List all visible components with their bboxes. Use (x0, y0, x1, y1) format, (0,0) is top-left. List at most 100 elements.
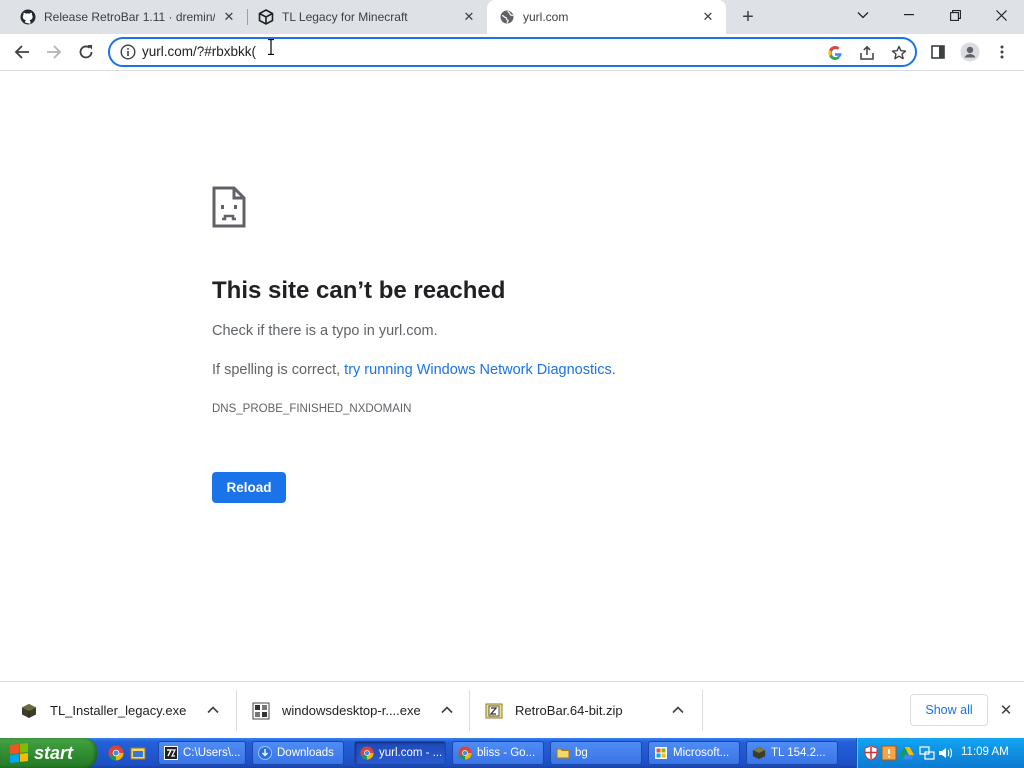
side-panel-button[interactable] (924, 38, 952, 66)
taskbar-item[interactable]: Downloads (252, 741, 344, 765)
refresh-icon (79, 45, 93, 59)
close-icon[interactable]: ✕ (461, 9, 477, 25)
side-panel-icon (931, 45, 945, 59)
taskbar-item-label: TL 154.2... (771, 747, 826, 759)
chrome-icon[interactable] (108, 745, 124, 761)
error-suggestion-diagnostics: If spelling is correct, try running Wind… (212, 362, 616, 378)
close-icon[interactable]: ✕ (998, 702, 1014, 719)
close-icon[interactable]: ✕ (221, 9, 237, 25)
page-content: This site can’t be reached Check if ther… (0, 72, 1024, 680)
taskbar-item[interactable]: TL 154.2... (746, 741, 838, 765)
taskbar-item[interactable]: Microsoft... (648, 741, 740, 765)
error-suggestion-suffix: . (611, 362, 616, 378)
error-title: This site can’t be reached (212, 277, 506, 304)
taskbar-item[interactable]: bg (550, 741, 642, 765)
close-window-button[interactable] (978, 0, 1024, 30)
restore-button[interactable] (932, 0, 978, 30)
minimize-icon (904, 14, 914, 16)
security-alert-icon[interactable] (881, 745, 897, 761)
reload-toolbar-button[interactable] (72, 38, 100, 66)
tab-title: Release RetroBar 1.11 · dremin/R (44, 10, 215, 24)
reload-button[interactable]: Reload (212, 472, 286, 503)
taskbar-item-label: Microsoft... (673, 747, 730, 759)
browser-toolbar: yurl.com/?#rbxbkk( (0, 34, 1024, 71)
taskbar: start C:\Users\... Downloads yurl.com - … (0, 738, 1024, 768)
7zip-icon (163, 745, 179, 761)
avatar-icon (960, 42, 980, 62)
clock[interactable]: 11:09 AM (961, 746, 1009, 758)
chrome-icon (359, 745, 375, 761)
chevron-up-icon[interactable] (440, 703, 454, 717)
download-divider (469, 690, 470, 731)
github-icon (20, 9, 36, 25)
minecraft-block-icon (751, 745, 767, 761)
network-icon[interactable] (919, 745, 935, 761)
download-item[interactable]: windowsdesktop-r....exe (252, 682, 468, 739)
info-icon[interactable] (120, 44, 136, 60)
taskbar-item-label: yurl.com - ... (379, 747, 443, 759)
taskbar-item[interactable]: yurl.com - ... (354, 741, 446, 765)
download-item[interactable]: RetroBar.64-bit.zip (485, 682, 701, 739)
globe-icon (499, 9, 515, 25)
forward-button[interactable] (40, 38, 68, 66)
system-tray: 11:09 AM (856, 738, 1024, 768)
zip-archive-icon (485, 702, 503, 720)
taskbar-item[interactable]: C:\Users\... (158, 741, 246, 765)
arrow-left-icon (14, 45, 29, 59)
profile-button[interactable] (956, 38, 984, 66)
start-label: start (34, 742, 74, 763)
address-text[interactable]: yurl.com/?#rbxbkk( (142, 44, 256, 59)
star-icon[interactable] (890, 44, 908, 62)
minecraft-block-icon (20, 702, 38, 720)
tab-search-button[interactable] (840, 0, 886, 30)
network-diagnostics-link[interactable]: try running Windows Network Diagnostics (344, 362, 612, 378)
windows-logo-icon (10, 743, 28, 763)
start-button[interactable]: start (0, 738, 97, 768)
download-divider (702, 690, 703, 731)
tab-title: TL Legacy for Minecraft (282, 10, 408, 24)
error-code: DNS_PROBE_FINISHED_NXDOMAIN (212, 403, 412, 415)
taskbar-item[interactable]: bliss - Go... (452, 741, 544, 765)
explorer-folder-icon[interactable] (130, 745, 146, 761)
tab-tl-legacy[interactable]: TL Legacy for Minecraft ✕ (248, 0, 487, 34)
chevron-up-icon[interactable] (206, 703, 220, 717)
tab-strip: Release RetroBar 1.11 · dremin/R ✕ TL Le… (0, 0, 1024, 34)
download-item[interactable]: TL_Installer_legacy.exe (20, 682, 236, 739)
close-icon[interactable]: ✕ (700, 9, 716, 25)
taskbar-item-label: Downloads (277, 747, 334, 759)
taskbar-item-label: bliss - Go... (477, 747, 536, 759)
chevron-up-icon[interactable] (671, 703, 685, 717)
download-icon (257, 745, 273, 761)
download-filename: RetroBar.64-bit.zip (515, 703, 623, 718)
taskbar-item-label: C:\Users\... (183, 747, 241, 759)
sad-page-icon (212, 186, 246, 228)
download-shelf: TL_Installer_legacy.exe windowsdesktop-r… (0, 681, 1024, 738)
installer-icon (252, 702, 270, 720)
more-vertical-icon (1000, 45, 1004, 59)
folder-icon (555, 745, 571, 761)
text-cursor-icon (268, 39, 274, 55)
google-drive-icon[interactable] (899, 745, 915, 761)
minimize-button[interactable] (886, 0, 932, 30)
address-bar[interactable]: yurl.com/?#rbxbkk( (108, 37, 917, 67)
arrow-right-icon (47, 45, 62, 59)
download-filename: TL_Installer_legacy.exe (50, 703, 187, 718)
windows-store-icon (653, 745, 669, 761)
tab-retrobar-release[interactable]: Release RetroBar 1.11 · dremin/R ✕ (0, 0, 247, 34)
back-button[interactable] (8, 38, 36, 66)
download-divider (236, 690, 237, 731)
google-lens-icon[interactable] (826, 44, 844, 62)
menu-button[interactable] (988, 38, 1016, 66)
error-suggestion-typo: Check if there is a typo in yurl.com. (212, 323, 438, 339)
show-all-button[interactable]: Show all (910, 694, 988, 726)
tab-title: yurl.com (523, 10, 569, 24)
restore-icon (949, 9, 961, 21)
new-tab-button[interactable]: + (736, 5, 760, 29)
error-suggestion-prefix: If spelling is correct, (212, 362, 345, 378)
close-icon (995, 9, 1007, 21)
taskbar-item-label: bg (575, 747, 588, 759)
tab-yurl[interactable]: yurl.com ✕ (487, 0, 726, 34)
shield-icon[interactable] (863, 745, 879, 761)
volume-icon[interactable] (937, 745, 953, 761)
share-icon[interactable] (858, 44, 876, 62)
